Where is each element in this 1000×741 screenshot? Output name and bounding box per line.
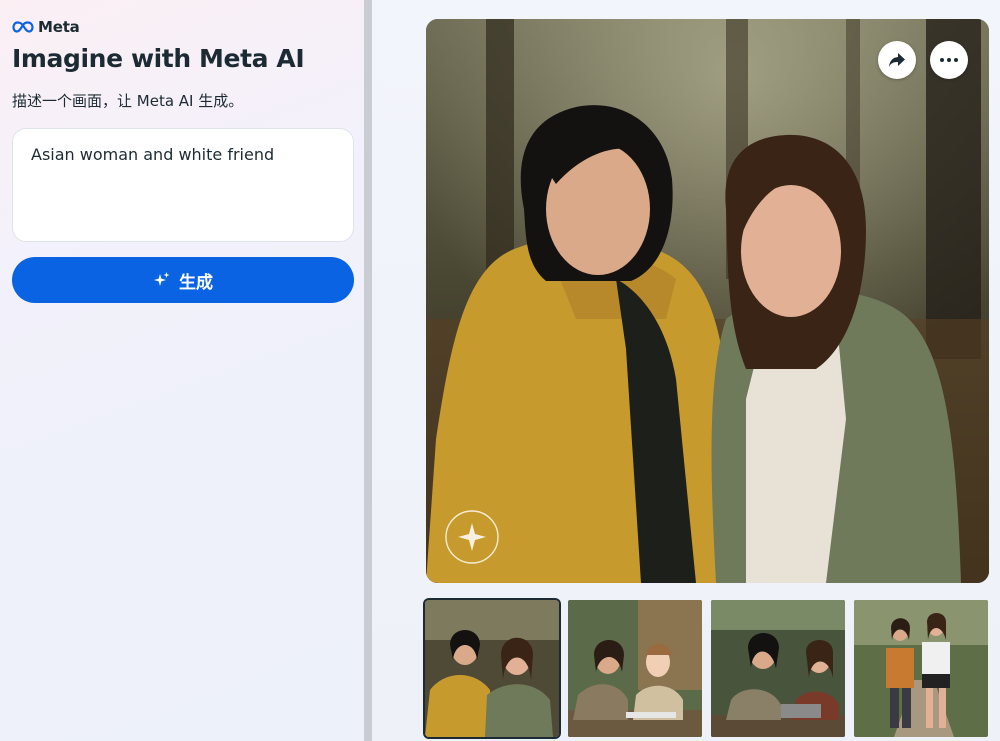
left-panel (0, 0, 364, 741)
page-title: Imagine with Meta AI (12, 44, 305, 73)
share-button[interactable] (878, 41, 916, 79)
thumbnail-3[interactable] (711, 600, 845, 737)
thumbnail-1[interactable] (425, 600, 559, 737)
thumbnail-4[interactable] (854, 600, 988, 737)
generate-button-label: 生成 (179, 272, 213, 293)
meta-infinity-icon (12, 21, 34, 33)
panel-divider[interactable] (364, 0, 372, 741)
generated-image-illustration (426, 19, 989, 583)
prompt-input[interactable]: Asian woman and white friend (12, 128, 354, 242)
page-subtitle: 描述一个画面，让 Meta AI 生成。 (12, 92, 244, 110)
thumbnail-2[interactable] (568, 600, 702, 737)
meta-logo[interactable]: Meta (12, 18, 80, 36)
more-options-button[interactable] (930, 41, 968, 79)
share-icon (889, 53, 905, 67)
generated-image[interactable] (426, 19, 989, 583)
generate-button[interactable]: 生成 (12, 257, 354, 303)
prompt-input-value: Asian woman and white friend (31, 145, 275, 164)
sparkle-icon (154, 272, 170, 286)
meta-logo-text: Meta (38, 18, 80, 36)
more-icon (940, 58, 958, 62)
